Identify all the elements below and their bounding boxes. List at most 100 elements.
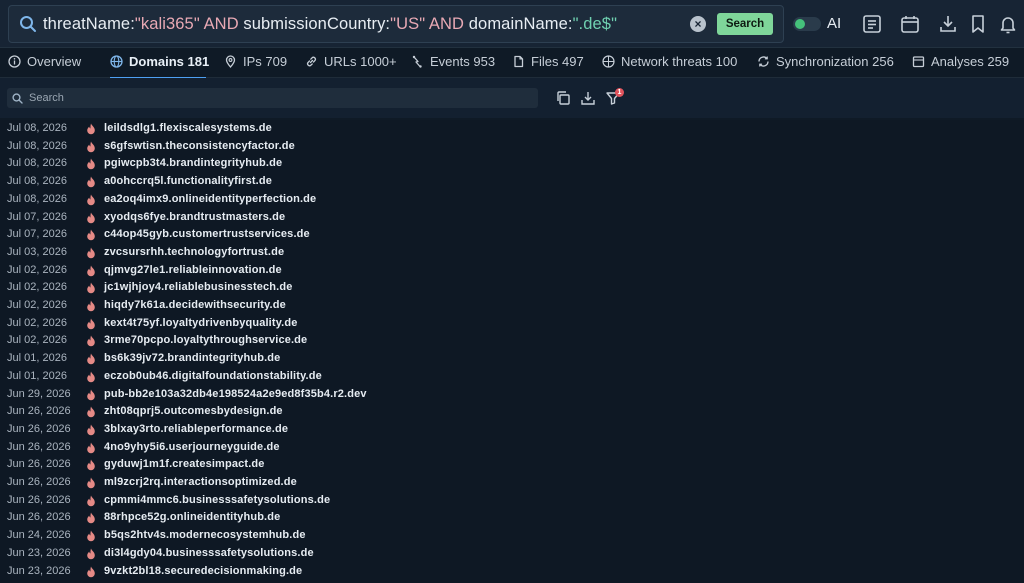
- table-row[interactable]: Jul 03, 2026 zvcsursrhh.technologyfortrus…: [0, 244, 1024, 262]
- row-domain-link[interactable]: 9vzkt2bl18.securedecisionmaking.de: [104, 563, 302, 581]
- table-row[interactable]: Jun 23, 2026 di3l4gdy04.businesssafetysol…: [0, 545, 1024, 563]
- row-domain-link[interactable]: ea2oq4imx9.onlineidentityperfection.de: [104, 191, 316, 209]
- table-row[interactable]: Jul 02, 2026 qjmvg27le1.reliableinnovatio…: [0, 262, 1024, 280]
- row-domain-link[interactable]: ml9zcrj2rq.interactionsoptimized.de: [104, 474, 297, 492]
- row-domain-link[interactable]: 3rme70pcpo.loyaltythroughservice.de: [104, 332, 307, 350]
- row-domain-link[interactable]: hiqdy7k61a.decidewithsecurity.de: [104, 297, 286, 315]
- table-row[interactable]: Jun 26, 2026 3blxay3rto.reliableperforman…: [0, 421, 1024, 439]
- ai-toggle-knob: [795, 19, 805, 29]
- row-domain-link[interactable]: jc1wjhjoy4.reliablebusinesstech.de: [104, 279, 293, 297]
- row-date: Jul 08, 2026: [7, 175, 67, 188]
- table-row[interactable]: Jun 23, 2026 9vzkt2bl18.securedecisionmak…: [0, 563, 1024, 581]
- table-row[interactable]: Jun 26, 2026 88rhpce52g.onlineidentityhub…: [0, 509, 1024, 527]
- table-row[interactable]: Jul 07, 2026 xyodqs6fye.brandtrustmasters…: [0, 209, 1024, 227]
- table-row[interactable]: Jun 24, 2026 b5qs2htv4s.modernecosystemhu…: [0, 527, 1024, 545]
- row-domain-link[interactable]: eczob0ub46.digitalfoundationstability.de: [104, 368, 322, 386]
- clear-query-button[interactable]: ×: [690, 16, 706, 32]
- threat-flame-icon: [87, 442, 95, 453]
- threat-flame-icon: [87, 566, 95, 577]
- row-domain-link[interactable]: qjmvg27le1.reliableinnovation.de: [104, 262, 282, 280]
- row-domain-link[interactable]: leildsdlg1.flexiscalesystems.de: [104, 120, 272, 138]
- bookmark-icon[interactable]: [967, 13, 989, 35]
- row-domain-link[interactable]: a0ohccrq5l.functionalityfirst.de: [104, 173, 272, 191]
- row-domain-link[interactable]: zht08qprj5.outcomesbydesign.de: [104, 403, 283, 421]
- link-icon: [306, 56, 317, 67]
- query-token: ".de$": [572, 15, 618, 33]
- table-row[interactable]: Jul 02, 2026 3rme70pcpo.loyaltythroughser…: [0, 332, 1024, 350]
- tab-label: Domains 181: [129, 54, 210, 69]
- row-domain-link[interactable]: cpmmi4mmc6.businesssafetysolutions.de: [104, 492, 330, 510]
- calendar-icon[interactable]: [899, 13, 921, 35]
- table-row[interactable]: Jun 26, 2026 zht08qprj5.outcomesbydesign.…: [0, 403, 1024, 421]
- table-row[interactable]: Jul 01, 2026 bs6k39jv72.brandintegrityhub…: [0, 350, 1024, 368]
- row-domain-link[interactable]: pub-bb2e103a32db4e198524a2e9ed8f35b4.r2.…: [104, 386, 367, 404]
- table-row[interactable]: Jul 08, 2026 a0ohccrq5l.functionalityfirs…: [0, 173, 1024, 191]
- notes-icon[interactable]: [861, 13, 883, 35]
- threat-flame-icon: [87, 123, 95, 135]
- row-domain-link[interactable]: c44op45gyb.customertrustservices.de: [104, 226, 310, 244]
- row-date: Jul 02, 2026: [7, 281, 67, 294]
- pin-icon: [225, 55, 236, 68]
- row-domain-link[interactable]: pgiwcpb3t4.brandintegrityhub.de: [104, 155, 282, 173]
- row-date: Jul 01, 2026: [7, 352, 67, 365]
- search-icon: [20, 16, 36, 32]
- table-row[interactable]: Jul 08, 2026 s6gfswtisn.theconsistencyfac…: [0, 138, 1024, 156]
- threat-flame-icon: [87, 477, 95, 489]
- table-row[interactable]: Jun 26, 2026 4no9yhy5i6.userjourneyguide.…: [0, 439, 1024, 457]
- row-domain-link[interactable]: gyduwj1m1f.createsimpact.de: [104, 456, 265, 474]
- table-row[interactable]: Jul 08, 2026 pgiwcpb3t4.brandintegrityhub…: [0, 155, 1024, 173]
- table-row[interactable]: Jul 08, 2026 leildsdlg1.flexiscalesystems…: [0, 120, 1024, 138]
- threat-flame-icon: [87, 530, 95, 542]
- table-row[interactable]: Jul 02, 2026 jc1wjhjoy4.reliablebusinesst…: [0, 279, 1024, 297]
- row-date: Jun 26, 2026: [7, 476, 71, 488]
- table-row[interactable]: Jun 29, 2026 pub-bb2e103a32db4e198524a2e9…: [0, 386, 1024, 404]
- table-row[interactable]: Jun 26, 2026 gyduwj1m1f.createsimpact.de: [0, 456, 1024, 474]
- threat-flame-icon: [87, 406, 95, 418]
- search-button[interactable]: Search: [717, 13, 773, 35]
- row-date: Jul 08, 2026: [7, 157, 67, 170]
- row-date: Jun 26, 2026: [7, 422, 71, 435]
- row-domain-link[interactable]: zvcsursrhh.technologyfortrust.de: [104, 244, 284, 262]
- tab-label: Synchronization 256: [776, 54, 894, 69]
- export-icon[interactable]: [580, 90, 596, 106]
- query-input[interactable]: threatName:"kali365" AND submissionCount…: [8, 5, 784, 43]
- sync-icon: [758, 56, 769, 67]
- table-row[interactable]: Jul 08, 2026 ea2oq4imx9.onlineidentityper…: [0, 191, 1024, 209]
- query-token: "kali365": [134, 15, 200, 33]
- filter-search-input[interactable]: [7, 88, 538, 108]
- row-date: Jun 26, 2026: [7, 493, 71, 506]
- threat-flame-icon: [87, 512, 95, 524]
- analyses-icon: [912, 56, 925, 68]
- table-row[interactable]: Jun 26, 2026 ml9zcrj2rq.interactionsoptim…: [0, 474, 1024, 492]
- row-date: Jul 02, 2026: [7, 299, 67, 311]
- query-text[interactable]: threatName:"kali365" AND submissionCount…: [43, 15, 617, 34]
- table-row[interactable]: Jul 02, 2026 hiqdy7k61a.decidewithsecurit…: [0, 297, 1024, 315]
- row-domain-link[interactable]: bs6k39jv72.brandintegrityhub.de: [104, 350, 280, 368]
- row-domain-link[interactable]: b5qs2htv4s.modernecosystemhub.de: [104, 527, 306, 545]
- row-domain-link[interactable]: 88rhpce52g.onlineidentityhub.de: [104, 509, 280, 527]
- copy-icon[interactable]: [555, 90, 571, 106]
- threat-flame-icon: [87, 141, 95, 152]
- table-row[interactable]: Jun 26, 2026 cpmmi4mmc6.businesssafetysol…: [0, 492, 1024, 510]
- table-row[interactable]: Jul 01, 2026 eczob0ub46.digitalfoundation…: [0, 368, 1024, 386]
- threat-flame-icon: [87, 353, 95, 365]
- row-domain-link[interactable]: s6gfswtisn.theconsistencyfactor.de: [104, 138, 295, 156]
- table-row[interactable]: Jul 02, 2026 kext4t75yf.loyaltydrivenbyqu…: [0, 315, 1024, 333]
- domain-list: Jul 08, 2026 leildsdlg1.flexiscalesystems…: [0, 120, 1024, 583]
- threat-flame-icon: [87, 335, 95, 347]
- row-domain-link[interactable]: di3l4gdy04.businesssafetysolutions.de: [104, 545, 314, 563]
- tab-label: IPs 709: [243, 54, 288, 69]
- row-domain-link[interactable]: 4no9yhy5i6.userjourneyguide.de: [104, 439, 280, 457]
- bell-icon[interactable]: [997, 13, 1019, 35]
- row-date: Jul 02, 2026: [7, 263, 67, 276]
- threat-flame-icon: [87, 247, 95, 259]
- top-bar: threatName:"kali365" AND submissionCount…: [0, 0, 1024, 48]
- row-date: Jul 02, 2026: [7, 334, 67, 347]
- ai-toggle[interactable]: [793, 17, 821, 31]
- row-domain-link[interactable]: 3blxay3rto.reliableperformance.de: [104, 421, 288, 439]
- tab-domains[interactable]: Domains 181: [110, 48, 210, 79]
- download-icon[interactable]: [937, 13, 959, 35]
- row-domain-link[interactable]: kext4t75yf.loyaltydrivenbyquality.de: [104, 315, 298, 333]
- table-row[interactable]: Jul 07, 2026 c44op45gyb.customertrustserv…: [0, 226, 1024, 244]
- row-domain-link[interactable]: xyodqs6fye.brandtrustmasters.de: [104, 209, 285, 227]
